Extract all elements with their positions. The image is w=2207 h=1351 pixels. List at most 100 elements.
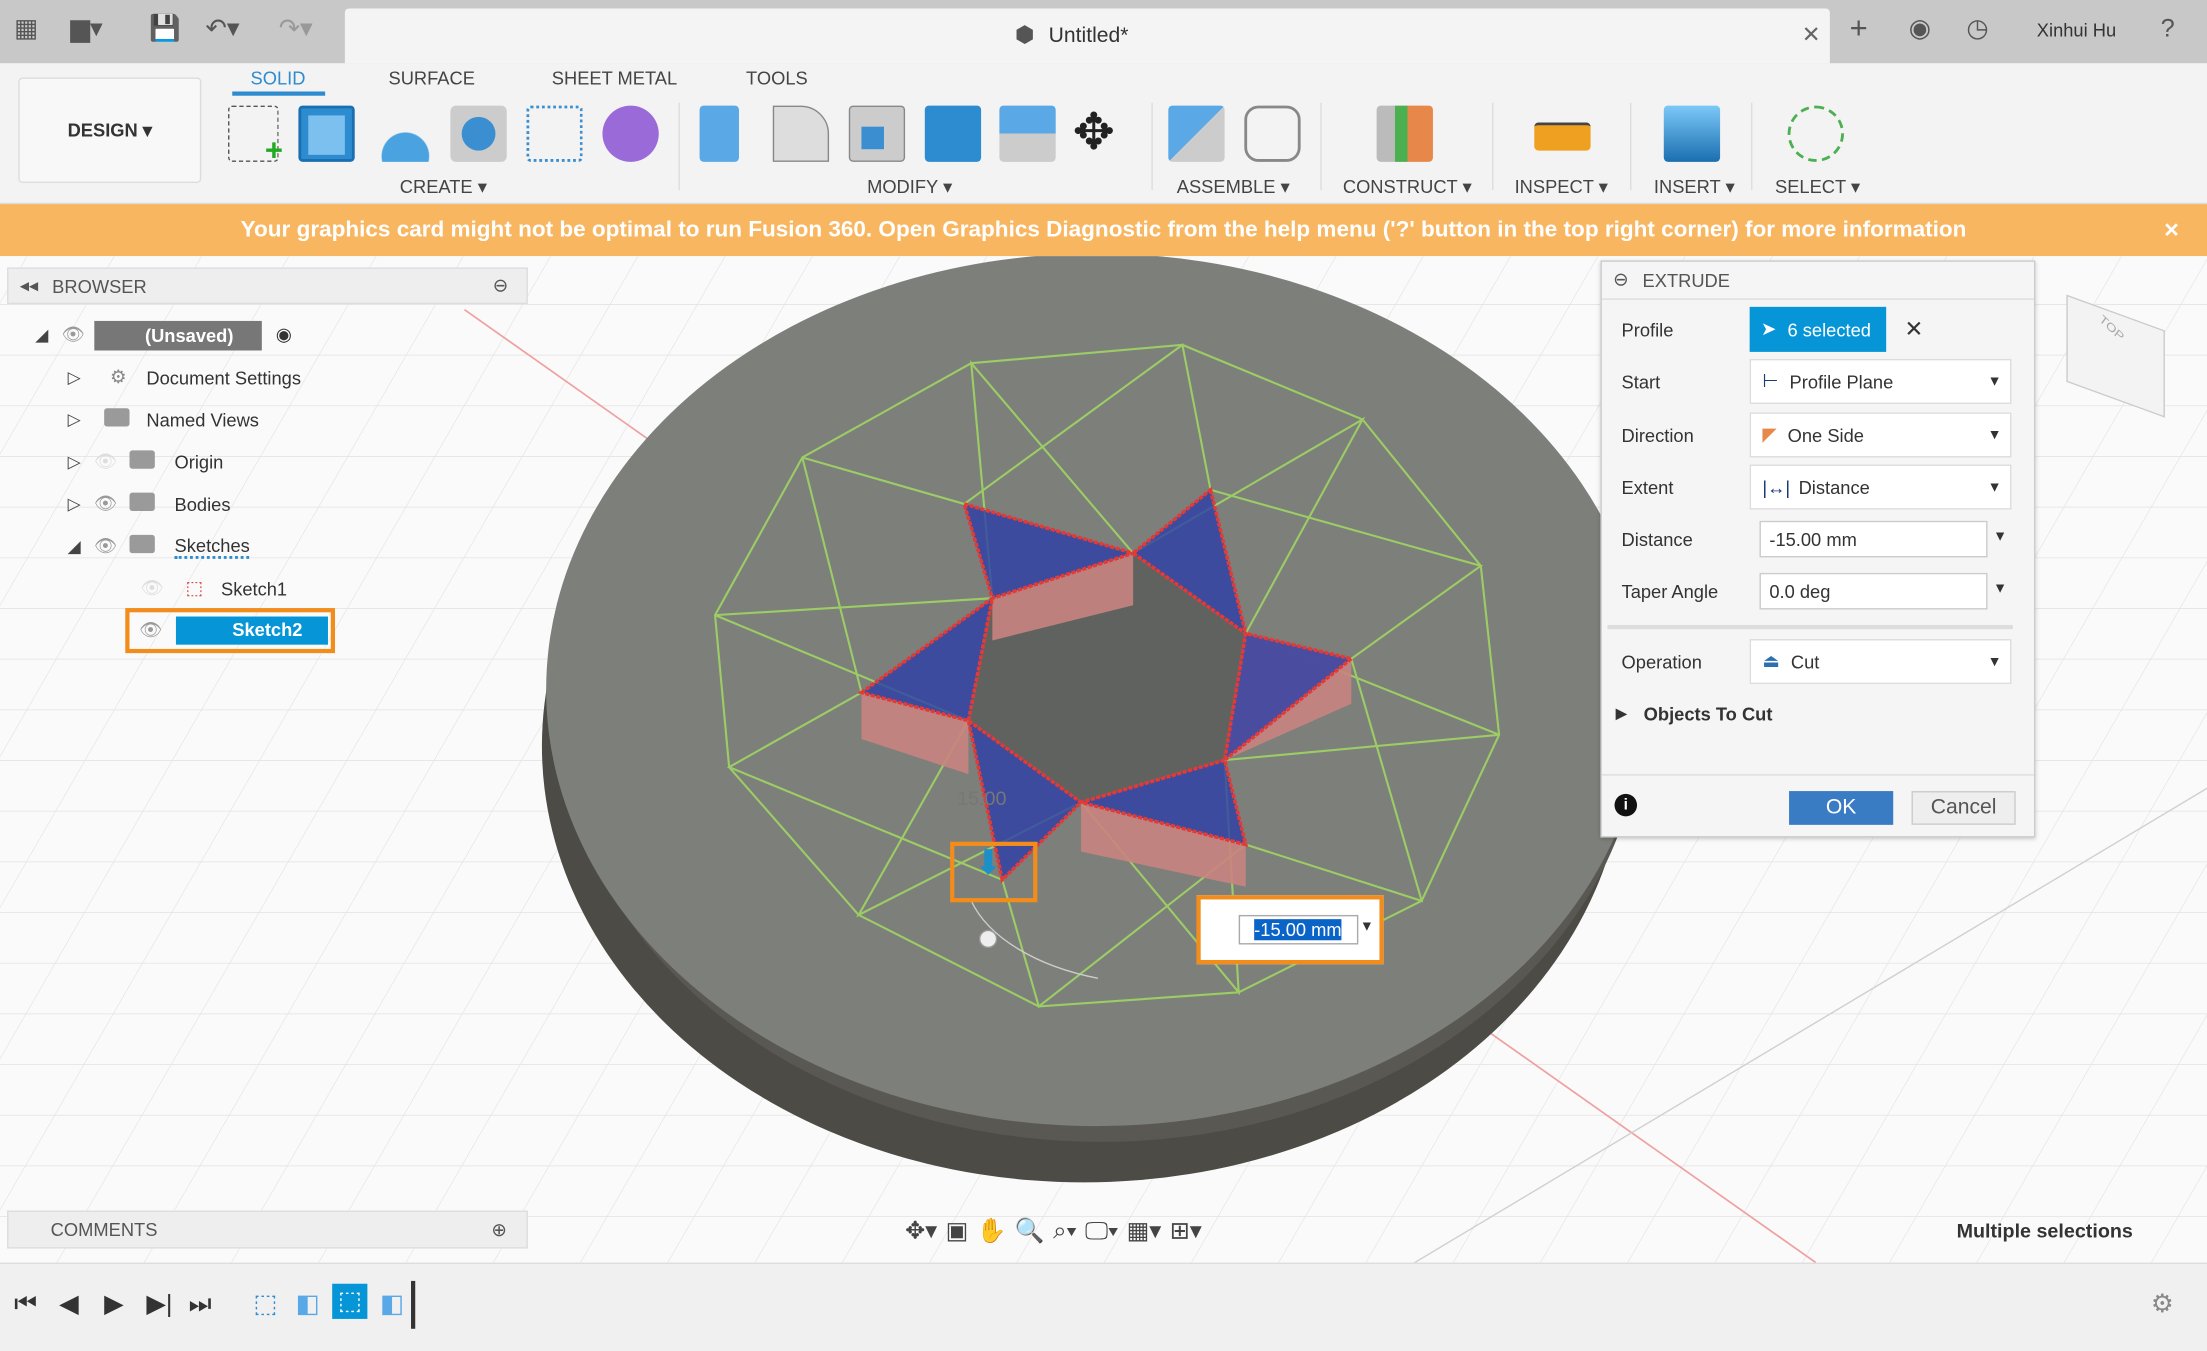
new-tab-icon[interactable]: + [1850, 10, 1868, 47]
workspace-switcher[interactable]: DESIGN ▾ [18, 77, 202, 183]
collapse-dialog-icon[interactable]: ⊖ [1613, 269, 1628, 292]
expand-icon[interactable]: ▷ [68, 410, 91, 430]
tree-item-origin[interactable]: ▷ 👁 Origin [68, 443, 223, 480]
inspect-menu[interactable]: INSPECT ▾ [1515, 176, 1608, 199]
press-pull-icon[interactable] [699, 105, 739, 162]
expand-icon[interactable]: ▷ [68, 494, 91, 514]
tab-solid[interactable]: SOLID [251, 68, 306, 89]
step-back-icon[interactable]: ◀ [59, 1289, 78, 1319]
document-tab[interactable]: ⬢ Untitled* ✕ [344, 8, 1830, 64]
tree-item-bodies[interactable]: ▷ 👁 Bodies [68, 486, 230, 523]
select-menu[interactable]: SELECT ▾ [1775, 176, 1860, 199]
pan-icon[interactable]: ✋ [977, 1218, 1007, 1246]
taper-angle-input[interactable]: 0.0 deg [1759, 572, 1988, 610]
tree-root[interactable]: ◢ 👁 (Unsaved) ◉ [35, 317, 292, 354]
assemble-menu[interactable]: ASSEMBLE ▾ [1177, 176, 1290, 199]
chamfer-icon[interactable] [848, 105, 906, 162]
insert-image-icon[interactable] [1663, 105, 1721, 162]
collapse-browser-icon[interactable]: ◂◂ [20, 274, 38, 297]
construct-menu[interactable]: CONSTRUCT ▾ [1343, 176, 1472, 199]
tree-item-named-views[interactable]: ▷ Named Views [68, 401, 259, 438]
operation-select[interactable]: ⏏ Cut ▼ [1749, 639, 2012, 685]
tab-surface[interactable]: SURFACE [388, 68, 474, 89]
distance-input[interactable]: -15.00 mm [1759, 520, 1988, 558]
tree-item-sketch1[interactable]: 👁 ⬚ Sketch1 [137, 570, 287, 607]
extent-select[interactable]: |↔| Distance ▼ [1749, 464, 2012, 510]
timeline-extrude-icon[interactable]: ◧ [296, 1289, 320, 1319]
grid-icon[interactable]: ▦ [14, 14, 38, 44]
step-forward-icon[interactable]: ▶| [146, 1289, 172, 1319]
save-icon[interactable]: 💾 [149, 14, 181, 44]
play-icon[interactable]: ▶ [104, 1289, 123, 1319]
new-component-icon[interactable] [1168, 105, 1225, 162]
start-select[interactable]: ⊢ Profile Plane ▼ [1749, 358, 2012, 404]
clock-icon[interactable]: ◷ [1966, 14, 1988, 44]
timeline-extrude-icon[interactable]: ◧ [380, 1289, 404, 1319]
taper-dropdown-icon[interactable]: ▼ [1993, 581, 2007, 596]
profile-selection-button[interactable]: ➤ 6 selected [1749, 306, 1887, 352]
activate-icon[interactable]: ◉ [276, 324, 292, 347]
viewport-distance-input[interactable]: -15.00 mm [1238, 914, 1359, 945]
go-to-start-icon[interactable]: ⏮ [14, 1289, 37, 1319]
orbit-icon[interactable]: ✥▾ [905, 1218, 937, 1246]
distance-dropdown-icon[interactable]: ▼ [1360, 919, 1374, 934]
timeline-sketch-icon[interactable]: ⬚ [253, 1289, 277, 1319]
close-tab-icon[interactable]: ✕ [1802, 21, 1821, 49]
fit-icon[interactable]: ⌕▾ [1053, 1218, 1076, 1246]
shell-icon[interactable] [924, 105, 982, 162]
tab-tools[interactable]: TOOLS [746, 68, 808, 89]
fillet-icon[interactable] [772, 105, 830, 162]
help-icon[interactable]: ? [2161, 14, 2175, 44]
extrude-icon[interactable] [298, 105, 355, 162]
create-form-icon[interactable] [602, 105, 659, 162]
eye-icon[interactable]: 👁 [90, 493, 121, 516]
ok-button[interactable]: OK [1789, 791, 1894, 825]
modify-menu[interactable]: MODIFY ▾ [867, 176, 952, 199]
combine-icon[interactable] [999, 105, 1056, 162]
tab-sheet-metal[interactable]: SHEET METAL [552, 68, 677, 89]
collapse-icon[interactable]: ◢ [35, 325, 58, 345]
offset-plane-icon[interactable] [1376, 105, 1433, 162]
comments-panel[interactable]: COMMENTS ⊕ [7, 1210, 528, 1249]
create-menu[interactable]: CREATE ▾ [400, 176, 487, 199]
eye-icon[interactable]: 👁 [58, 324, 89, 347]
close-banner-icon[interactable]: × [2164, 215, 2179, 245]
distance-dropdown-icon[interactable]: ▼ [1993, 529, 2007, 544]
joint-icon[interactable] [1244, 105, 1301, 162]
go-to-end-icon[interactable]: ⏭ [189, 1289, 212, 1319]
eye-icon[interactable]: 👁 [90, 535, 121, 558]
add-comment-icon[interactable]: ⊕ [491, 1218, 506, 1241]
undo-icon[interactable]: ↶▾ [206, 14, 240, 44]
display-settings-icon[interactable]: 🖵▾ [1085, 1218, 1118, 1246]
tree-item-document-settings[interactable]: ▷ ⚙ Document Settings [68, 359, 301, 396]
select-icon[interactable] [1787, 105, 1844, 162]
hole-icon[interactable] [450, 105, 507, 162]
expand-icon[interactable]: ▷ [68, 367, 91, 387]
timeline-marker[interactable] [411, 1280, 416, 1329]
measure-icon[interactable] [1534, 122, 1591, 151]
create-sketch-icon[interactable]: + [228, 105, 283, 168]
direction-select[interactable]: ◤ One Side ▼ [1749, 412, 2012, 458]
look-at-icon[interactable]: ▣ [946, 1218, 969, 1246]
user-name[interactable]: Xinhui Hu [2037, 20, 2116, 41]
collapse-icon[interactable]: ◢ [68, 536, 91, 556]
timeline-settings-icon[interactable]: ⚙ [2151, 1289, 2174, 1319]
zoom-icon[interactable]: 🔍 [1015, 1218, 1045, 1246]
redo-icon[interactable]: ↷▾ [279, 14, 313, 44]
tree-item-sketch2[interactable]: 👁 Sketch2 [125, 608, 336, 654]
angle-handle[interactable] [978, 929, 998, 949]
tree-item-sketches[interactable]: ◢ 👁 Sketches [68, 528, 250, 565]
viewports-icon[interactable]: ⊞▾ [1170, 1218, 1202, 1246]
pattern-icon[interactable] [526, 105, 583, 162]
eye-icon[interactable]: 👁 [135, 619, 166, 642]
grid-settings-icon[interactable]: ▦▾ [1127, 1218, 1162, 1246]
browser-pin-icon[interactable]: ⊖ [493, 274, 508, 297]
move-icon[interactable]: ✥ [1073, 103, 1115, 162]
revolve-icon[interactable] [377, 105, 434, 162]
info-icon[interactable]: i [1614, 793, 1638, 817]
eye-hidden-icon[interactable]: 👁 [90, 450, 121, 473]
extensions-icon[interactable]: ◉ [1909, 14, 1931, 44]
timeline-sketch-selected-icon[interactable]: ⬚ [332, 1283, 368, 1319]
objects-to-cut-toggle[interactable]: ▶ Objects To Cut [1616, 691, 1773, 736]
extrude-arrow-handle[interactable]: ⬇ [950, 841, 1038, 903]
